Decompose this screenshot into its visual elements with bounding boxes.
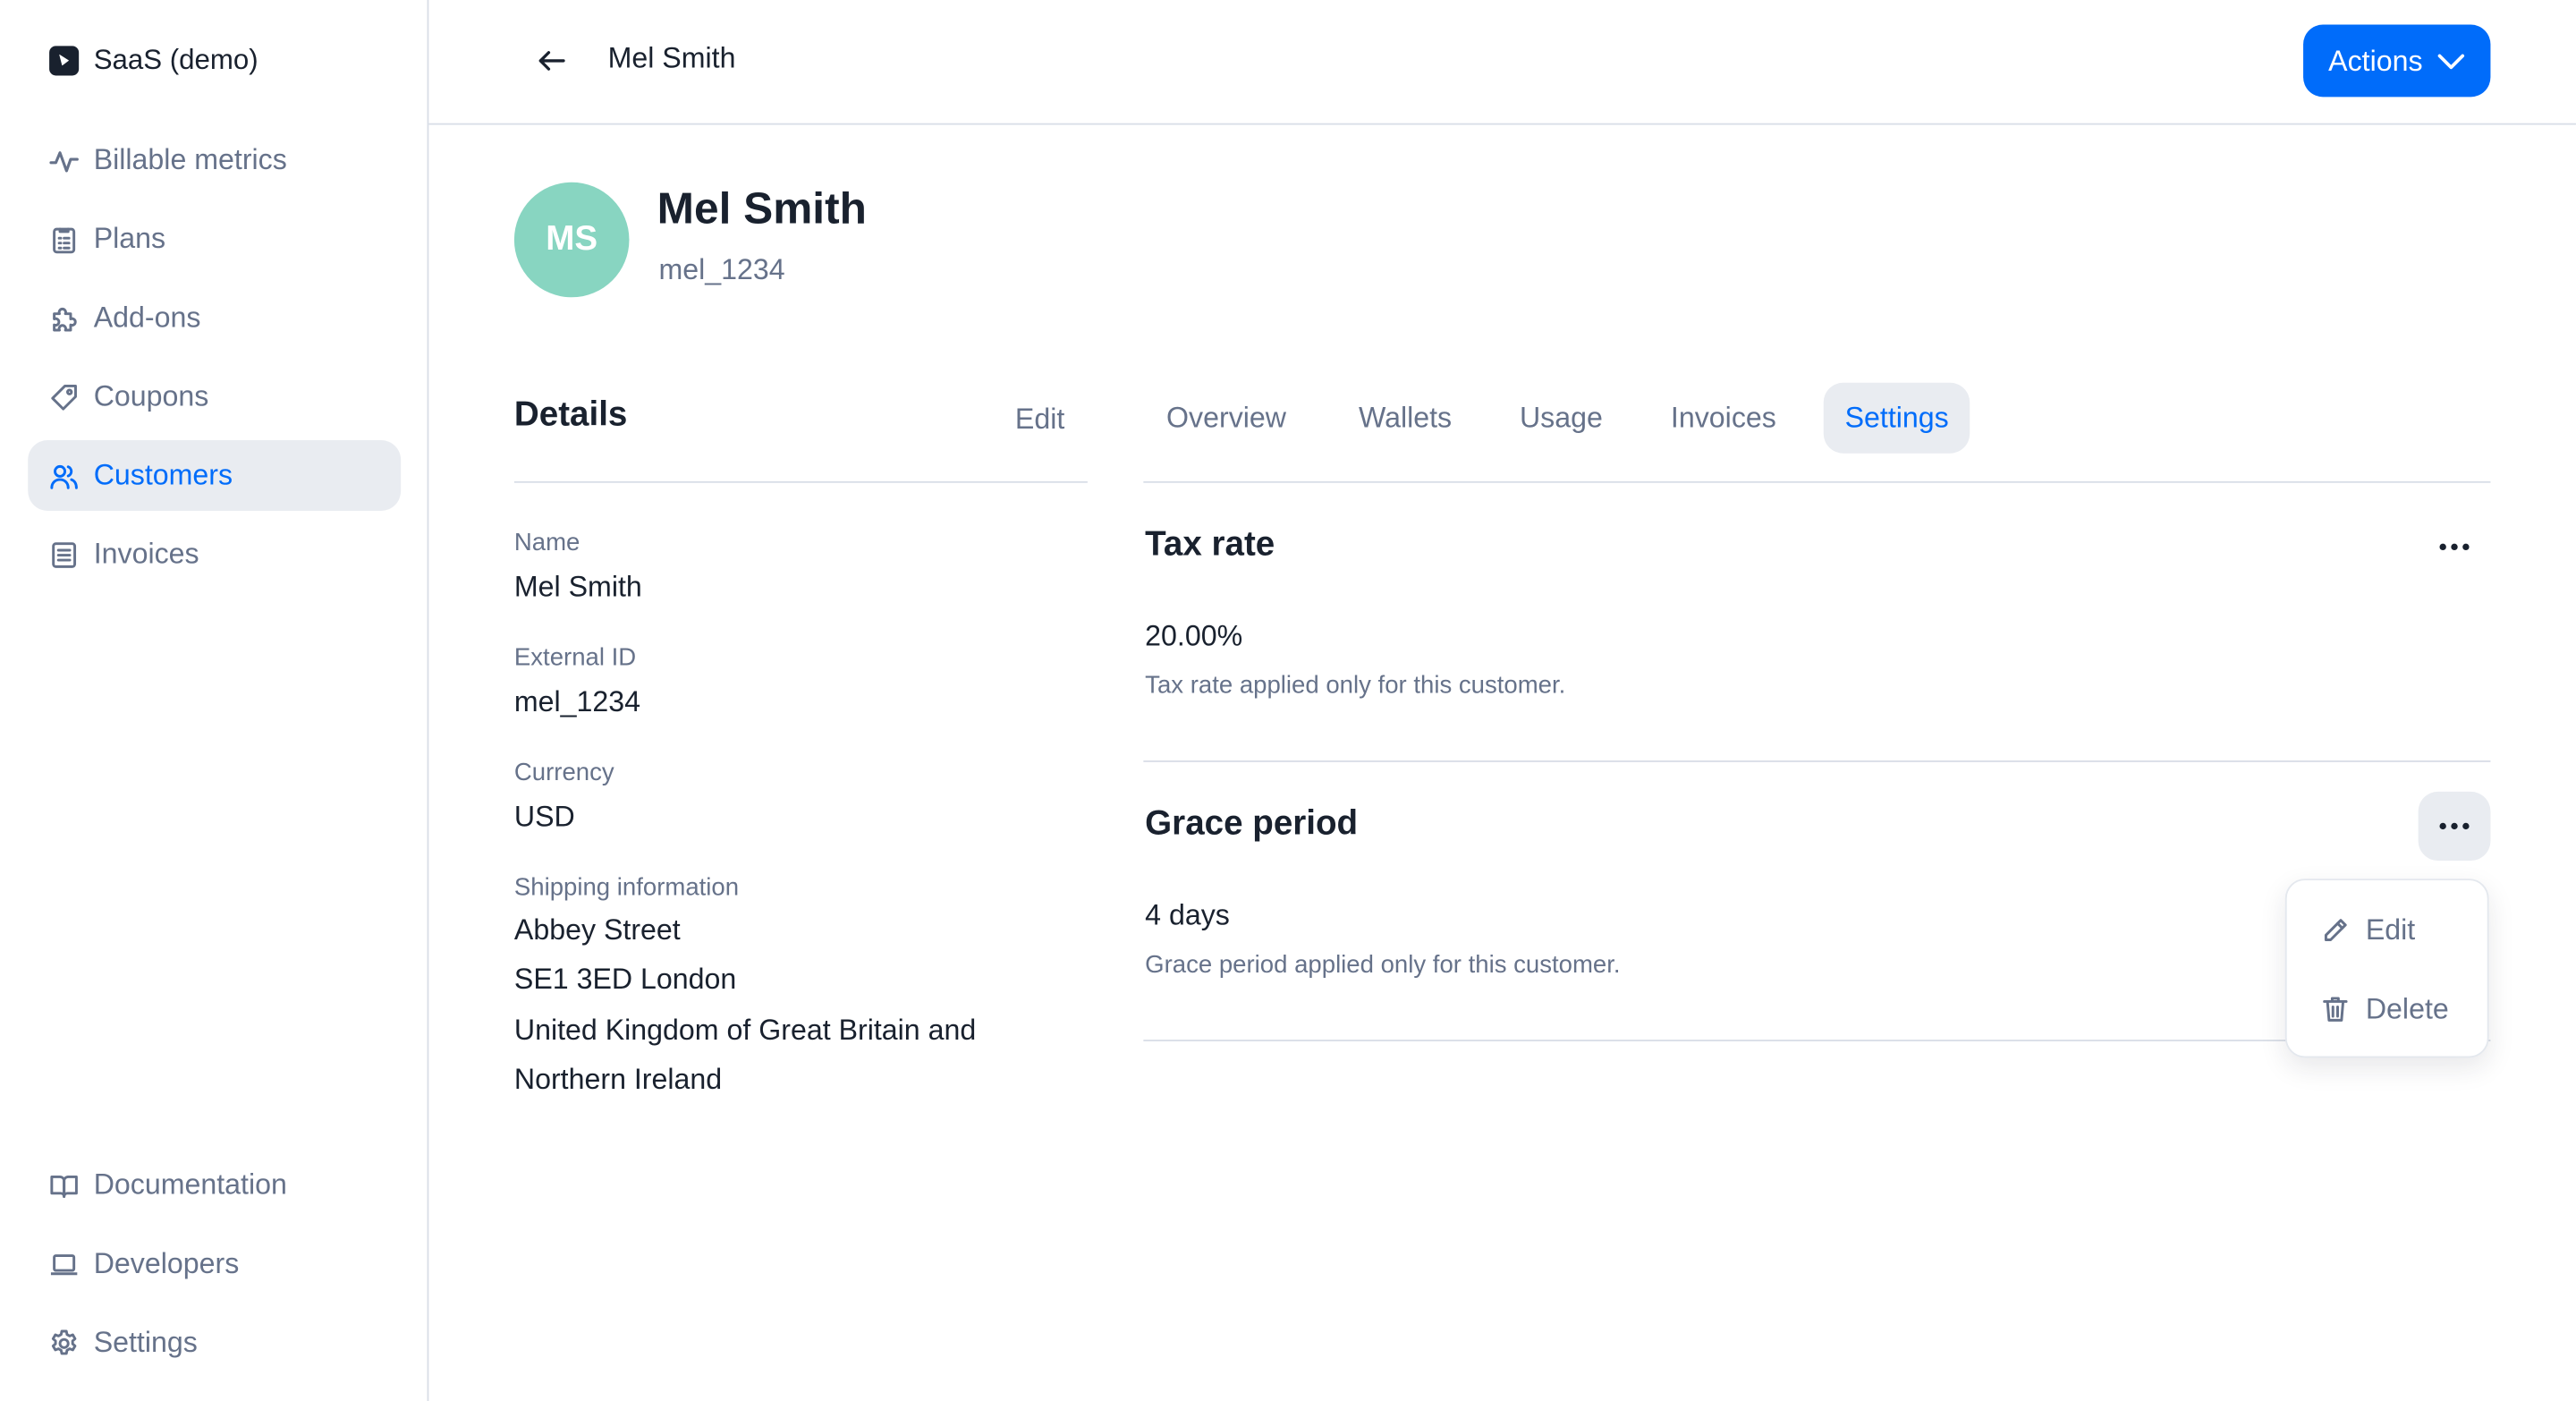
avatar: MS [513,182,630,298]
field-value-currency: USD [513,800,575,833]
sidebar-item-label: Documentation [93,1168,287,1201]
menu-item-delete[interactable]: Delete [2300,974,2477,1043]
document-icon [49,539,79,569]
field-value-name: Mel Smith [513,570,642,603]
customer-name: Mel Smith [657,183,867,234]
menu-item-edit[interactable]: Edit [2300,896,2477,964]
tabs-divider [1143,480,2491,483]
sidebar-item-label: Settings [93,1325,198,1359]
sidebar-item-billable-metrics[interactable]: Billable metrics [28,125,401,196]
tag-icon [49,382,79,412]
sidebar-item-label: Developers [93,1246,240,1280]
shipping-line: Abbey Street [513,913,681,947]
pencil-icon [2324,918,2347,941]
sidebar-item-label: Invoices [93,537,199,571]
sidebar-item-label: Add-ons [93,300,201,334]
sidebar-item-invoices[interactable]: Invoices [28,519,401,590]
sidebar-item-plans[interactable]: Plans [28,204,401,275]
sidebar-item-documentation[interactable]: Documentation [28,1150,401,1220]
grace-period-more-button[interactable] [2418,791,2491,862]
workspace-logo-icon [49,46,80,76]
more-horizontal-icon [2439,543,2470,551]
field-label-name: Name [513,529,580,557]
laptop-icon [49,1249,79,1278]
trash-icon [2323,996,2348,1021]
sidebar-item-developers[interactable]: Developers [28,1228,401,1299]
menu-item-label: Edit [2365,912,2416,946]
tab-overview[interactable]: Overview [1145,383,1308,454]
details-edit-button[interactable]: Edit [994,385,1086,454]
field-label-currency: Currency [513,759,614,787]
tax-rate-title: Tax rate [1145,525,1275,564]
clipboard-icon [49,225,79,254]
tax-rate-value: 20.00% [1145,619,1243,652]
page-header: Mel Smith Actions [428,0,2576,125]
sidebar-item-customers[interactable]: Customers [28,440,402,511]
sidebar: SaaS (demo) Billable metrics Plans Add-o… [0,0,429,1401]
actions-button-label: Actions [2328,43,2423,77]
tax-rate-more-button[interactable] [2419,513,2491,582]
sidebar-item-coupons[interactable]: Coupons [28,361,401,432]
tab-invoices[interactable]: Invoices [1649,383,1798,454]
more-horizontal-icon [2439,822,2470,830]
sidebar-item-label: Customers [93,458,233,491]
section-divider [1143,760,2491,762]
sidebar-item-label: Plans [93,221,166,255]
workspace-name: SaaS (demo) [93,44,258,76]
field-value-external-id: mel_1234 [513,684,641,718]
grace-period-description: Grace period applied only for this custo… [1145,950,1621,980]
book-icon [49,1170,79,1200]
sidebar-item-settings[interactable]: Settings [28,1307,401,1378]
tax-rate-description: Tax rate applied only for this customer. [1145,671,1566,700]
actions-button[interactable]: Actions [2303,24,2491,98]
tab-usage[interactable]: Usage [1498,383,1624,454]
sidebar-item-add-ons[interactable]: Add-ons [28,283,401,353]
tab-settings[interactable]: Settings [1823,382,1970,454]
tab-wallets[interactable]: Wallets [1337,383,1473,454]
chevron-down-icon [2437,54,2464,70]
sidebar-item-label: Billable metrics [93,142,287,176]
gear-icon [49,1328,79,1357]
arrow-left-icon [538,51,565,71]
header-title: Mel Smith [607,40,736,74]
shipping-line: Northern Ireland [513,1062,723,1096]
grace-period-value: 4 days [1145,898,1230,931]
back-button[interactable] [528,36,577,85]
puzzle-icon [49,303,79,333]
shipping-line: SE1 3ED London [513,962,737,996]
shipping-line: United Kingdom of Great Britain and [513,1013,977,1047]
details-title: Details [513,395,628,434]
sidebar-item-label: Coupons [93,379,209,412]
customer-external-id: mel_1234 [658,252,785,286]
field-label-external-id: External ID [513,643,637,672]
field-label-shipping: Shipping information [513,873,740,902]
details-divider [513,480,1088,483]
users-icon [49,461,79,490]
workspace-switcher[interactable]: SaaS (demo) [49,41,258,81]
grace-period-title: Grace period [1145,804,1359,843]
menu-item-label: Delete [2365,990,2449,1024]
grace-period-menu: Edit Delete [2284,879,2489,1058]
pulse-icon [49,145,79,174]
